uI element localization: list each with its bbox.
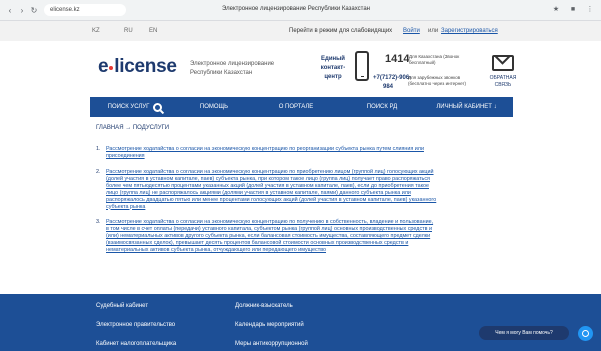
phone-short-number: 1414 [385,53,410,65]
logo-dot [109,66,114,70]
site-footer: Судебный кабинет Электронное правительст… [0,294,601,351]
nav-about-portal[interactable]: О ПОРТАЛЕ [248,97,344,117]
breadcrumb[interactable]: ГЛАВНАЯ → ПОДУСЛУГИ [96,125,169,131]
main-nav: ПОИСК УСЛУГ ПОМОЩЬ О ПОРТАЛЕ ПОИСК РД ЛИ… [90,97,513,117]
address-bar[interactable]: elicense.kz [44,4,126,16]
accessibility-mode-link[interactable]: Перейти в режим для слабовидящих [289,28,392,34]
footer-link-anticorruption[interactable]: Меры антикоррупционной [235,341,308,347]
list-item-line: (взаимосвязанных сделок), превышает деся… [106,239,409,246]
forward-icon[interactable]: › [16,4,28,16]
search-icon [153,102,163,112]
list-item-number: 3. [96,219,101,225]
nav-search-rd[interactable]: ПОИСК РД [344,97,420,117]
feedback-link[interactable]: ОБРАТНАЯ СВЯЗЬ [484,75,522,89]
tab-title: Электронное лицензирование Республики Ка… [222,6,370,12]
site-tagline: Электронное лицензирование Республики Ка… [190,61,275,76]
chat-prompt-bubble[interactable]: Чем я могу Вам помочь? [479,326,569,340]
utility-bar: KZ RU EN Перейти в режим для слабовидящи… [0,21,601,41]
phone-icon [355,51,369,81]
contact-center-label: Единый контакт-центр [320,56,346,80]
back-icon[interactable]: ‹ [4,4,16,16]
list-item-line: Рассмотрение ходатайства о согласии на э… [106,146,424,152]
bookmark-icon[interactable]: ★ [551,4,561,14]
footer-link-calendar[interactable]: Календарь мероприятий [235,322,304,328]
reload-icon[interactable]: ↻ [28,4,40,16]
list-item-line: Рассмотрение ходатайства о согласии на э… [106,219,434,225]
mail-icon[interactable] [492,55,514,71]
phone-long-note: Для зарубежных звонков (бесплатно через … [408,75,467,86]
footer-link-egov[interactable]: Электронное правительство [96,322,175,328]
chat-button[interactable] [578,326,593,341]
or-text: или [428,28,439,34]
login-link[interactable]: Войти [403,28,420,34]
list-item-line: более чем пятьюдесятью процентами указан… [106,182,430,189]
list-item-line: в том числе в счет оплаты (передачи) уст… [106,225,432,232]
lang-en[interactable]: EN [149,28,157,34]
address-bar-url: elicense.kz [50,7,80,13]
phone-short-note: Для Казахстана (Звонок бесплатный) [409,54,460,65]
list-item-line: нематериальных активов субъекта рынка, о… [106,246,326,253]
lang-ru[interactable]: RU [124,28,133,34]
list-item-line: распоряжалось двадцатью пятью или менее … [106,196,437,203]
headset-icon [582,330,589,337]
list-item-line: субъекта рынка [106,203,146,210]
list-item-line: Рассмотрение ходатайства о согласии на э… [106,169,434,175]
register-link[interactable]: Зарегистрироваться [441,28,498,34]
list-item-line: (долей участия в уставном капитале, паев… [106,175,430,182]
nav-personal-cabinet[interactable]: ЛИЧНЫЙ КАБИНЕТ ↓ [420,97,513,117]
list-item-number: 1. [96,146,101,152]
menu-icon[interactable]: ⋮ [585,4,595,14]
subservice-link-3[interactable]: Рассмотрение ходатайства о согласии на э… [106,219,504,254]
list-item-number: 2. [96,169,101,175]
list-item-line: лицо (группа лиц) не распоряжалось акция… [106,189,411,196]
nav-help[interactable]: ПОМОЩЬ [180,97,248,117]
browser-bar: ‹ › ↻ elicense.kz Электронное лицензиров… [0,0,601,21]
footer-link-taxpayer-cabinet[interactable]: Кабинет налогоплательщика [96,341,176,347]
extension-icon[interactable]: ■ [568,4,578,14]
footer-link-debtor[interactable]: Должник-взыскатель [235,303,293,309]
phone-long-number: +7(7172)-906-984 [373,75,412,90]
footer-link-court-cabinet[interactable]: Судебный кабинет [96,303,148,309]
site-header: e license Электронное лицензирование Респ… [0,41,601,96]
subservice-link-1[interactable]: Рассмотрение ходатайства о согласии на э… [106,146,504,160]
nav-search-services[interactable]: ПОИСК УСЛУГ [90,97,180,117]
elicense-logo[interactable]: e license [98,56,177,78]
list-item-line: (или) нематериальных активов другого суб… [106,232,431,239]
subservice-link-2[interactable]: Рассмотрение ходатайства о согласии на э… [106,169,504,210]
chat-prompt-text: Чем я могу Вам помочь? [495,330,553,336]
lang-kz[interactable]: KZ [92,28,100,34]
list-item-line: присоединения [106,152,145,159]
